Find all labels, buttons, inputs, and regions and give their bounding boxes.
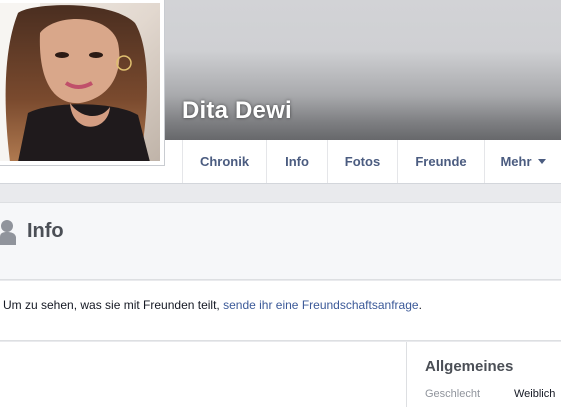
info-title: Info (27, 220, 64, 242)
profile-name[interactable]: Dita Dewi (182, 97, 292, 125)
tab-mehr[interactable]: Mehr (484, 140, 561, 183)
friend-request-message: Um zu sehen, was sie mit Freunden teilt,… (0, 281, 561, 341)
tab-freunde[interactable]: Freunde (397, 140, 484, 183)
tab-label: Freunde (415, 154, 467, 169)
tab-label: Fotos (344, 154, 381, 169)
profile-picture[interactable] (0, 3, 160, 161)
tab-info[interactable]: Info (266, 140, 327, 183)
tab-label: Mehr (500, 154, 532, 169)
caret-down-icon (537, 159, 546, 164)
column-divider (406, 342, 407, 407)
tab-chronik[interactable]: Chronik (182, 140, 266, 183)
person-icon (0, 220, 16, 245)
message-text: Um zu sehen, was sie mit Freunden teilt,… (3, 298, 422, 312)
profile-picture-frame[interactable] (0, 0, 165, 166)
tab-label: Chronik (199, 154, 250, 169)
tab-label: Info (285, 154, 309, 169)
tab-fotos[interactable]: Fotos (327, 140, 397, 183)
general-title: Allgemeines (425, 358, 514, 375)
info-section-header: Info (0, 202, 561, 280)
message-suffix: . (418, 298, 422, 312)
gender-value: Weiblich (514, 388, 556, 400)
profile-photo-image (0, 3, 160, 161)
about-section: Allgemeines Geschlecht Weiblich (0, 342, 561, 407)
message-prefix: Um zu sehen, was sie mit Freunden teilt, (3, 298, 224, 312)
gender-label: Geschlecht (425, 388, 481, 400)
send-friend-request-link[interactable]: sende ihr eine Freundschaftsanfrage (223, 298, 418, 312)
